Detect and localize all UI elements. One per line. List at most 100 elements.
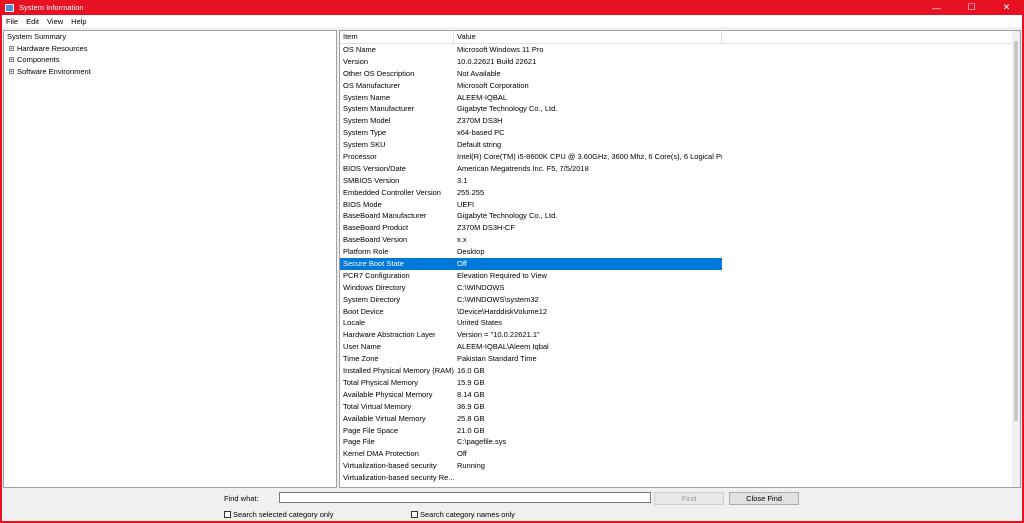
row-item-cell: BaseBoard Manufacturer [343, 211, 427, 221]
table-row[interactable]: Page File Space 21.0 GB [340, 425, 1020, 437]
row-value-cell: 3.1 [457, 175, 468, 185]
table-row[interactable]: Available Physical Memory 8.14 GB [340, 389, 1020, 401]
menu-edit[interactable]: Edit [22, 17, 43, 26]
table-row[interactable]: Processor Intel(R) Core(TM) i5-8600K CPU … [340, 151, 1020, 163]
row-item-cell: Boot Device [343, 306, 384, 316]
table-row[interactable]: Time Zone Pakistan Standard Time [340, 353, 1020, 365]
table-row[interactable]: System Directory C:\WINDOWS\system32 [340, 294, 1020, 306]
row-value-cell: ALEEM-IQBAL\Aleem Iqbal [457, 342, 549, 352]
table-row[interactable]: Total Physical Memory 15.9 GB [340, 377, 1020, 389]
vertical-scrollbar[interactable] [1012, 31, 1020, 487]
expand-icon[interactable]: + [9, 68, 14, 74]
row-value-cell: 25.8 GB [457, 413, 485, 423]
row-item-cell: OS Manufacturer [343, 80, 401, 90]
expand-icon[interactable]: + [9, 57, 14, 63]
table-row[interactable]: System Model Z370M DS3H [340, 115, 1020, 127]
table-row[interactable]: Platform Role Desktop [340, 246, 1020, 258]
tree-item-system-summary[interactable]: System Summary [4, 31, 336, 43]
table-row[interactable]: Total Virtual Memory 36.9 GB [340, 401, 1020, 413]
row-value-cell: Desktop [457, 247, 485, 257]
row-item-cell: Version [343, 56, 369, 66]
category-tree[interactable]: System Summary + Hardware Resources + Co… [3, 30, 337, 488]
table-row[interactable]: Kernel DMA Protection Off [340, 448, 1020, 460]
table-row[interactable]: Secure Boot State Off [340, 258, 1020, 270]
row-item-cell: OS Name [343, 45, 376, 54]
row-value-cell: Off [454, 258, 722, 270]
find-button[interactable]: Find [654, 492, 724, 505]
maximize-button[interactable]: ☐ [954, 0, 989, 15]
table-row[interactable]: OS Manufacturer Microsoft Corporation [340, 80, 1020, 92]
table-row[interactable]: Windows Directory C:\WINDOWS [340, 282, 1020, 294]
row-item-cell: Page File Space [343, 425, 399, 435]
row-value-cell: \Device\HarddiskVolume12 [457, 306, 548, 316]
table-row[interactable]: Other OS Description Not Available [340, 68, 1020, 80]
table-row[interactable]: Available Virtual Memory 25.8 GB [340, 413, 1020, 425]
table-row[interactable]: BIOS Mode UEFI [340, 199, 1020, 211]
menu-bar: File Edit View Help [2, 15, 1022, 27]
table-row[interactable]: BaseBoard Manufacturer Gigabyte Technolog… [340, 210, 1020, 222]
row-item-cell: Other OS Description [343, 68, 415, 78]
row-value-cell: C:\pagefile.sys [457, 437, 507, 447]
row-item-cell: System Type [343, 128, 387, 138]
row-item-cell: Available Physical Memory [343, 389, 433, 399]
tree-item-software-environment[interactable]: + Software Environment [4, 66, 336, 78]
menu-help[interactable]: Help [67, 17, 90, 26]
table-row[interactable]: PCR7 Configuration Elevation Required to … [340, 270, 1020, 282]
table-row[interactable]: OS Name Microsoft Windows 11 Pro [340, 44, 1020, 56]
scrollbar-thumb[interactable] [1014, 41, 1018, 421]
find-what-input[interactable] [279, 492, 651, 503]
table-row[interactable]: BaseBoard Version x.x [340, 234, 1020, 246]
table-row[interactable]: System Name ALEEM-IQBAL [340, 92, 1020, 104]
table-row[interactable]: SMBIOS Version 3.1 [340, 175, 1020, 187]
search-category-names-checkbox[interactable]: Search category names only [411, 510, 515, 519]
table-row[interactable]: User Name ALEEM-IQBAL\Aleem Iqbal [340, 341, 1020, 353]
row-value-cell: 10.0.22621 Build 22621 [457, 56, 537, 66]
checkbox-box[interactable] [224, 511, 231, 518]
column-header-item[interactable]: Item [340, 31, 454, 43]
table-row[interactable]: System SKU Default string [340, 139, 1020, 151]
menu-view[interactable]: View [43, 17, 67, 26]
table-row[interactable]: Locale United States [340, 317, 1020, 329]
row-value-cell: Microsoft Corporation [457, 80, 529, 90]
expand-icon[interactable]: + [9, 45, 14, 51]
row-value-cell: 8.14 GB [457, 389, 485, 399]
table-row[interactable]: System Manufacturer Gigabyte Technology C… [340, 103, 1020, 115]
table-row[interactable]: Installed Physical Memory (RAM) 16.0 GB [340, 365, 1020, 377]
row-value-cell: United States [457, 318, 503, 328]
table-row[interactable]: Hardware Abstraction Layer Version = "10.… [340, 329, 1020, 341]
row-item-cell: BIOS Version/Date [343, 163, 406, 173]
tree-item-components[interactable]: + Components [4, 54, 336, 66]
table-row[interactable]: Embedded Controller Version 255.255 [340, 187, 1020, 199]
column-header-value[interactable]: Value [454, 31, 722, 43]
row-value-cell: C:\WINDOWS\system32 [457, 294, 539, 304]
minimize-button[interactable]: — [919, 0, 954, 15]
table-row[interactable]: Virtualization-based security Re... [340, 472, 1020, 484]
table-row[interactable]: Version 10.0.22621 Build 22621 [340, 56, 1020, 68]
row-value-cell: x64-based PC [457, 128, 505, 138]
checkbox-box[interactable] [411, 511, 418, 518]
find-bar: Find what: Find Close Find Search select… [2, 490, 1022, 521]
table-row[interactable]: Boot Device \Device\HarddiskVolume12 [340, 306, 1020, 318]
table-row[interactable]: System Type x64-based PC [340, 127, 1020, 139]
row-value-cell: Gigabyte Technology Co., Ltd. [457, 211, 558, 221]
window-border-left [0, 15, 2, 523]
row-item-cell: BIOS Mode [343, 199, 382, 209]
row-item-cell: System Directory [343, 294, 401, 304]
table-row[interactable]: BIOS Version/Date American Megatrends Inc… [340, 163, 1020, 175]
menu-file[interactable]: File [2, 17, 22, 26]
close-button[interactable]: ✕ [989, 0, 1024, 15]
search-selected-category-checkbox[interactable]: Search selected category only [224, 510, 333, 519]
row-item-cell: Virtualization-based security Re... [343, 473, 454, 483]
close-find-button[interactable]: Close Find [729, 492, 799, 505]
row-item-cell: System Model [343, 116, 391, 126]
row-value-cell: Z370M DS3H-CF [457, 223, 515, 233]
row-item-cell: Processor [343, 152, 377, 162]
details-list[interactable]: Item Value OS Name Microsoft Windows 11 P… [339, 30, 1021, 488]
table-row[interactable]: Page File C:\pagefile.sys [340, 436, 1020, 448]
table-row[interactable]: Virtualization-based security Running [340, 460, 1020, 472]
row-value-cell: 21.0 GB [457, 425, 485, 435]
tree-item-hardware-resources[interactable]: + Hardware Resources [4, 43, 336, 55]
row-item-cell: Virtualization-based security [343, 461, 437, 471]
table-row[interactable]: BaseBoard Product Z370M DS3H-CF [340, 222, 1020, 234]
row-value-cell: Version = "10.0.22621.1" [457, 330, 540, 340]
